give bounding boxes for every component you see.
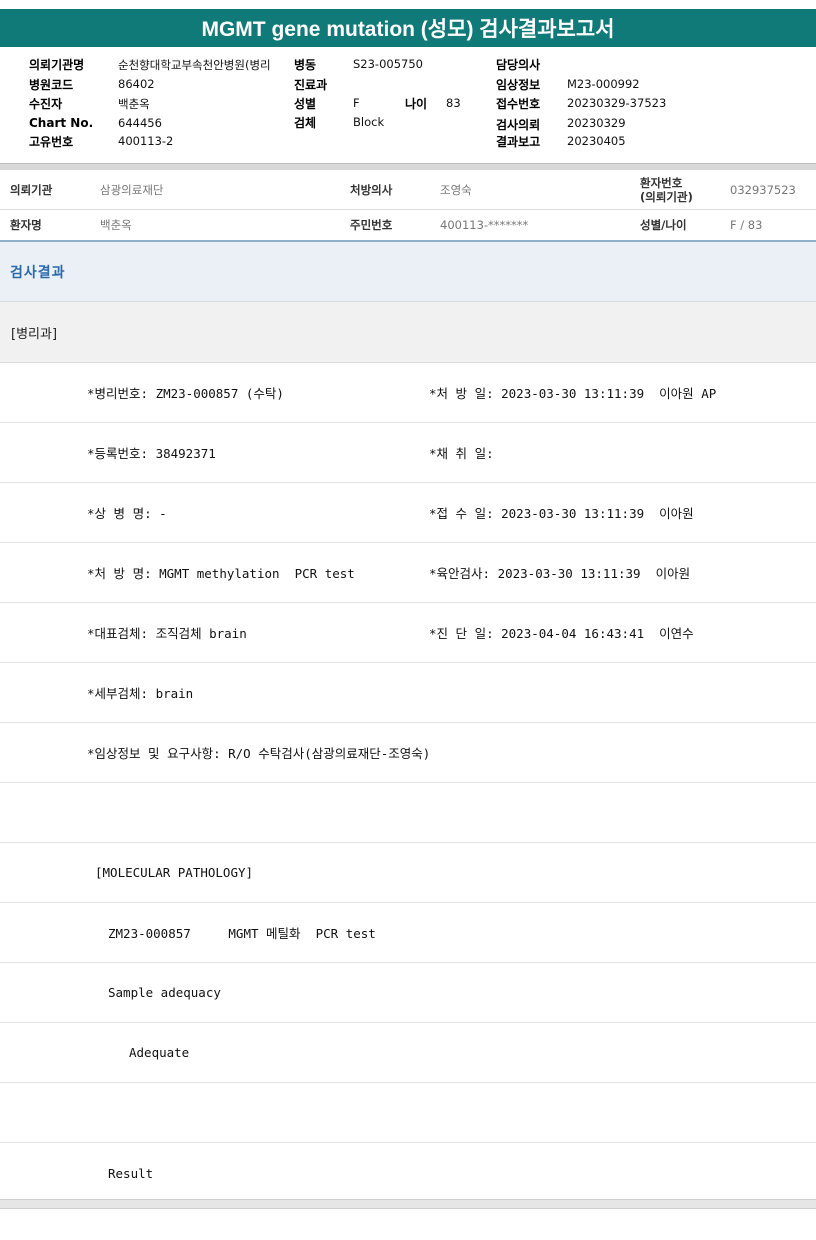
report-row: Sample adequacy	[0, 963, 816, 1023]
rrn-label: 주민번호	[350, 218, 393, 232]
prescriber-value: 조영숙	[440, 182, 472, 197]
diagnosis-name: *상 병 명: -	[87, 506, 167, 521]
ward-label: 병동	[294, 58, 317, 72]
report-row: Adequate	[0, 1023, 816, 1083]
pathology-number: *병리번호: ZM23-000857 (수탁)	[87, 386, 284, 401]
result-heading: Result	[108, 1165, 154, 1181]
sample-adequacy: Sample adequacy	[108, 985, 221, 1000]
ward-value: S23-005750	[353, 57, 423, 71]
results-section-header: 검사결과	[0, 242, 816, 302]
age-label: 나이	[405, 97, 428, 111]
requesting-org-value: 순천향대학교부속천안병원(병리	[118, 58, 271, 72]
specimen-value: Block	[353, 115, 385, 129]
requesting-org-label: 의뢰기관명	[29, 58, 85, 72]
sex-label: 성별	[294, 97, 317, 111]
report-row: *상 병 명: - *접 수 일: 2023-03-30 13:11:39 이아…	[0, 483, 816, 543]
org-value: 삼광의료재단	[100, 182, 164, 197]
test-request-value: 20230329	[567, 116, 626, 130]
patient-no-label: 환자번호 (의뢰기관)	[640, 170, 693, 209]
chart-no-label: Chart No.	[29, 116, 94, 130]
molecular-pathology-heading: [MOLECULAR PATHOLOGY]	[95, 865, 254, 880]
department-row: [병리과]	[0, 302, 816, 363]
report-row: *병리번호: ZM23-000857 (수탁) *처 방 일: 2023-03-…	[0, 363, 816, 423]
department-label: [병리과]	[11, 326, 58, 342]
clinical-request: *임상정보 및 요구사항: R/O 수탁검사(삼광의료재단-조영숙)	[87, 746, 431, 761]
recipient-value: 백춘옥	[118, 97, 150, 111]
report-info-block: 의뢰기관명 순천향대학교부속천안병원(병리 병동 S23-005750 담당의사…	[0, 49, 816, 163]
adequate-value: Adequate	[129, 1045, 190, 1060]
patient-row-1: 의뢰기관 삼광의료재단 처방의사 조영숙 환자번호 (의뢰기관) 0329375…	[0, 170, 816, 210]
sex-age-label: 성별/나이	[640, 218, 687, 232]
doctor-label: 담당의사	[496, 58, 541, 72]
rrn-value: 400113-*******	[440, 218, 529, 232]
prescriber-label: 처방의사	[350, 182, 393, 197]
patient-no-value: 032937523	[730, 182, 796, 197]
patient-no-label-line2: (의뢰기관)	[640, 189, 693, 204]
clinical-info-label: 임상정보	[496, 78, 541, 92]
report-row-empty	[0, 783, 816, 843]
report-row-empty	[0, 1083, 816, 1143]
sex-value: F	[353, 96, 360, 110]
result-report-label: 결과보고	[496, 135, 541, 149]
recipient-label: 수진자	[29, 97, 63, 111]
report-row: *대표검체: 조직검체 brain *진 단 일: 2023-04-04 16:…	[0, 603, 816, 663]
patient-row-2: 환자명 백춘옥 주민번호 400113-******* 성별/나이 F / 83	[0, 210, 816, 242]
chart-no-value: 644456	[118, 116, 162, 130]
registration-number: *등록번호: 38492371	[87, 446, 216, 461]
report-row: *처 방 명: MGMT methylation PCR test *육안검사:…	[0, 543, 816, 603]
unique-no-label: 고유번호	[29, 135, 74, 149]
patient-info-table: 의뢰기관 삼광의료재단 처방의사 조영숙 환자번호 (의뢰기관) 0329375…	[0, 170, 816, 242]
report-body: *병리번호: ZM23-000857 (수탁) *처 방 일: 2023-03-…	[0, 363, 816, 1203]
hospital-code-value: 86402	[118, 77, 155, 91]
test-request-label: 검사의뢰	[496, 118, 541, 132]
report-title: MGMT gene mutation (성모) 검사결과보고서	[0, 9, 816, 47]
age-value: 83	[446, 96, 461, 110]
prescription-name: *처 방 명: MGMT methylation PCR test	[87, 566, 355, 581]
report-row: Result	[0, 1143, 816, 1203]
section-divider	[0, 163, 816, 170]
specimen-label: 검체	[294, 116, 317, 130]
representative-specimen: *대표검체: 조직검체 brain	[87, 626, 247, 641]
patient-name-label: 환자명	[10, 218, 42, 232]
sex-age-value: F / 83	[730, 218, 763, 232]
gross-exam: *육안검사: 2023-03-30 13:11:39 이아원	[429, 566, 691, 581]
patient-no-label-line1: 환자번호	[640, 175, 683, 190]
report-row: *임상정보 및 요구사항: R/O 수탁검사(삼광의료재단-조영숙)	[0, 723, 816, 783]
collection-date: *채 취 일:	[429, 446, 494, 461]
report-row: *세부검체: brain	[0, 663, 816, 723]
department-label: 진료과	[294, 78, 328, 92]
receipt-no-label: 접수번호	[496, 97, 541, 111]
report-row: *등록번호: 38492371 *채 취 일:	[0, 423, 816, 483]
org-label: 의뢰기관	[10, 182, 53, 197]
bottom-divider	[0, 1199, 816, 1209]
patient-name-value: 백춘옥	[100, 218, 132, 232]
report-row: [MOLECULAR PATHOLOGY]	[0, 843, 816, 903]
receipt-no-value: 20230329-37523	[567, 96, 667, 110]
prescribed-date: *처 방 일: 2023-03-30 13:11:39 이아원 AP	[429, 386, 717, 401]
hospital-code-label: 병원코드	[29, 78, 74, 92]
result-report-value: 20230405	[567, 134, 626, 148]
test-line: ZM23-000857 MGMT 메틸화 PCR test	[108, 926, 376, 941]
report-row: ZM23-000857 MGMT 메틸화 PCR test	[0, 903, 816, 963]
unique-no-value: 400113-2	[118, 134, 174, 148]
received-date: *접 수 일: 2023-03-30 13:11:39 이아원	[429, 506, 694, 521]
diagnosis-date: *진 단 일: 2023-04-04 16:43:41 이연수	[429, 626, 694, 641]
clinical-info-value: M23-000992	[567, 77, 640, 91]
detail-specimen: *세부검체: brain	[87, 686, 194, 701]
results-header-title: 검사결과	[10, 264, 66, 281]
